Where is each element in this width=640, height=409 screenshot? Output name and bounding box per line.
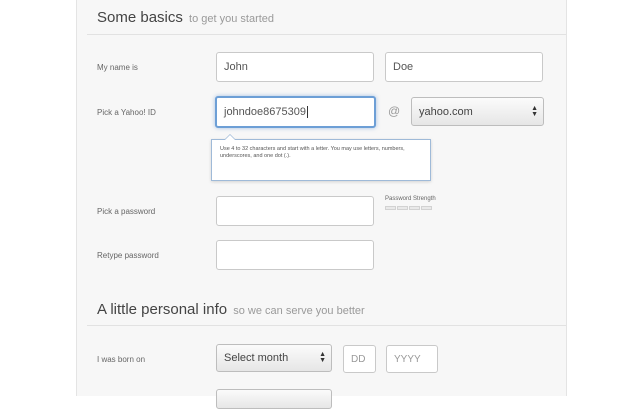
strength-bar-segment (409, 206, 420, 210)
password-label: Pick a password (97, 207, 156, 216)
strength-bar-segment (385, 206, 396, 210)
at-symbol: @ (388, 104, 401, 118)
birth-year-field[interactable]: YYYY (386, 345, 438, 373)
yahoo-id-value: johndoe8675309 (224, 106, 306, 118)
yahoo-id-label: Pick a Yahoo! ID (97, 108, 156, 117)
last-name-value: Doe (393, 61, 414, 73)
personal-subtitle: so we can serve you better (233, 305, 365, 317)
strength-bar-segment (421, 206, 432, 210)
text-cursor (306, 106, 308, 118)
basics-title: Some basics (97, 9, 183, 26)
section-divider (87, 34, 566, 35)
signup-form-panel: Some basics to get you started My name i… (76, 0, 567, 409)
yahoo-id-field[interactable]: johndoe8675309 (215, 96, 376, 128)
first-name-field[interactable]: John (216, 52, 374, 82)
last-name-field[interactable]: Doe (385, 52, 543, 82)
birth-month-selected-value: Select month (224, 352, 289, 364)
birth-month-select[interactable]: Select month ▲ ▼ (216, 344, 332, 372)
birth-day-placeholder: DD (351, 353, 366, 365)
personal-title: A little personal info (97, 301, 228, 318)
name-label: My name is (97, 63, 138, 72)
tooltip-text: Use 4 to 32 characters and start with a … (220, 146, 405, 159)
section-divider (87, 325, 566, 326)
birthday-label: I was born on (97, 355, 146, 364)
domain-selected-value: yahoo.com (419, 105, 473, 118)
birth-day-field[interactable]: DD (343, 345, 376, 373)
yahoo-id-help-tooltip: Use 4 to 32 characters and start with a … (211, 134, 431, 181)
domain-select[interactable]: yahoo.com ▲ ▼ (411, 97, 544, 126)
password-field[interactable] (216, 196, 374, 226)
birth-year-placeholder: YYYY (394, 353, 421, 365)
retype-password-label: Retype password (97, 251, 159, 260)
select-arrows-icon: ▲ ▼ (319, 351, 326, 364)
basics-subtitle: to get you started (189, 13, 275, 25)
password-strength-label: Password Strength (385, 196, 436, 202)
strength-bar-segment (397, 206, 408, 210)
retype-password-field[interactable] (216, 240, 374, 270)
basics-section-heading: Some basics to get you started (97, 9, 274, 26)
personal-section-heading: A little personal info so we can serve y… (97, 301, 365, 318)
first-name-value: John (224, 61, 248, 73)
partially-visible-select[interactable] (216, 389, 332, 409)
select-arrows-icon: ▲ ▼ (531, 104, 538, 118)
